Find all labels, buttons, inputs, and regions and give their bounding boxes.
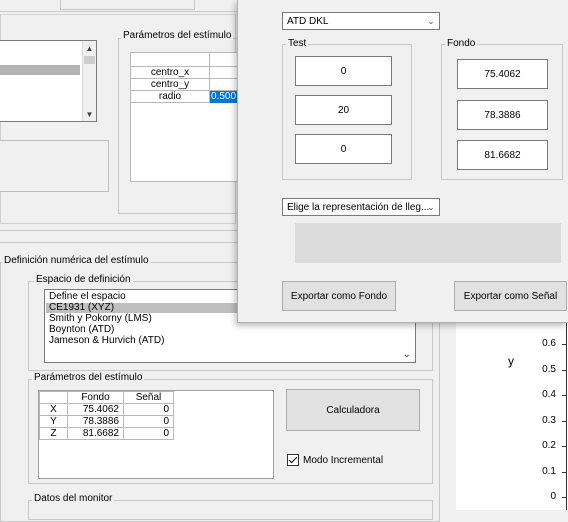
scroll-thumb[interactable] — [84, 56, 95, 64]
chevron-down-icon[interactable]: ⌄ — [425, 13, 437, 29]
top-params-header — [131, 53, 241, 67]
space-option-2[interactable]: Smith y Pokorny (LMS) — [49, 314, 152, 324]
y-tick-label: 0.6 — [542, 338, 556, 349]
params-title: Parámetros del estímulo — [32, 372, 145, 383]
y-tick-mark — [562, 420, 566, 422]
y-tick-mark — [562, 395, 566, 396]
y-tick-label: 0.3 — [542, 414, 556, 426]
top-params-title: Parámetros del estímulo — [121, 30, 234, 41]
checkmark-icon — [288, 454, 298, 464]
cell-senal[interactable]: 0 — [123, 415, 174, 428]
values-table: Fondo Señal X 75.4062 0 Y 78.3886 0 Z 81… — [38, 390, 274, 479]
test-value-2[interactable]: 20 — [295, 95, 392, 125]
y-tick-mark — [562, 446, 566, 447]
cell-senal[interactable]: 0 — [123, 427, 174, 440]
plot-y-axis — [566, 300, 567, 510]
checkbox-icon[interactable] — [287, 454, 299, 466]
listbox-scrollbar[interactable]: ▲ ▼ — [82, 41, 96, 121]
space-select-value: ATD DKL — [287, 15, 329, 27]
space-option-0[interactable]: Define el espacio — [49, 292, 126, 302]
cell-fondo[interactable]: 75.4062 — [67, 403, 124, 416]
cell-fondo[interactable]: 78.3886 — [67, 415, 124, 428]
space-option-1[interactable]: CE1931 (XYZ) — [49, 303, 114, 313]
fondo-title: Fondo — [445, 38, 478, 49]
empty-subpanel — [0, 140, 109, 192]
color-preview-swatch — [295, 223, 561, 263]
listbox-selected-row[interactable] — [0, 65, 80, 75]
param-name: centro_y — [150, 79, 190, 90]
incremental-mode-checkbox[interactable]: Modo Incremental — [287, 454, 383, 466]
color-popup-window: ATD DKL ⌄ Test 0 20 0 Fondo 75.4062 78.3… — [237, 0, 568, 323]
y-tick-label: 0.4 — [542, 389, 556, 400]
y-tick-mark — [562, 344, 566, 345]
param-row-0: centro_x — [131, 67, 241, 79]
top-params-table: centro_x centro_y radio 0.500 — [130, 52, 241, 182]
plot-y-label: y — [508, 354, 514, 368]
chevron-down-icon[interactable]: ⌄ — [403, 349, 411, 360]
space-title: Espacio de definición — [34, 274, 133, 285]
chevron-down-icon[interactable]: ⌄ — [425, 199, 437, 215]
representation-select-value: Elige la representación de lleg... — [287, 201, 430, 213]
test-value-3[interactable]: 0 — [295, 134, 392, 164]
param-row-1: centro_y — [131, 79, 241, 91]
space-select[interactable]: ATD DKL ⌄ — [282, 12, 440, 30]
cell-senal[interactable]: 0 — [123, 403, 174, 416]
y-tick-mark — [562, 471, 566, 473]
export-fondo-button[interactable]: Exportar como Fondo — [282, 281, 396, 311]
row-label: Y — [39, 415, 68, 428]
scroll-up-icon[interactable]: ▲ — [83, 41, 96, 55]
export-senal-button[interactable]: Exportar como Señal — [454, 281, 567, 311]
top-toolbar-button[interactable] — [60, 0, 195, 10]
param-name: centro_x — [150, 67, 190, 78]
incremental-mode-label: Modo Incremental — [303, 454, 384, 466]
test-title: Test — [286, 38, 309, 49]
calculator-button[interactable]: Calculadora — [286, 389, 420, 431]
y-tick-mark — [562, 497, 566, 498]
table-row: Y 78.3886 0 — [39, 415, 174, 428]
table-row: Z 81.6682 0 — [39, 427, 174, 440]
values-table-header: Fondo Señal — [39, 391, 174, 404]
scroll-down-icon[interactable]: ▼ — [83, 107, 96, 121]
header-blank — [39, 391, 68, 404]
header-fondo: Fondo — [67, 391, 124, 404]
monitor-title: Datos del monitor — [32, 493, 115, 504]
plot-panel — [456, 300, 568, 510]
stimulus-listbox[interactable]: ▲ ▼ — [0, 40, 97, 122]
section-divider-2 — [0, 242, 240, 243]
fondo-value-3[interactable]: 81.6682 — [457, 140, 548, 170]
space-option-4[interactable]: Jameson & Hurvich (ATD) — [49, 336, 164, 346]
numeric-definition-title: Definición numérica del estímulo — [2, 255, 151, 266]
param-name: radio — [158, 91, 182, 102]
fondo-value-1[interactable]: 75.4062 — [457, 59, 548, 89]
representation-select[interactable]: Elige la representación de lleg... ⌄ — [282, 198, 440, 216]
section-divider — [0, 230, 240, 231]
y-tick-label: 0.2 — [542, 440, 556, 451]
param-row-2: radio 0.500 — [131, 91, 241, 103]
row-label: Z — [39, 427, 68, 440]
table-row: X 75.4062 0 — [39, 403, 174, 416]
y-tick-label: 0 — [550, 491, 556, 502]
fondo-value-2[interactable]: 78.3886 — [457, 100, 548, 130]
y-tick-label: 0.1 — [542, 465, 556, 477]
y-tick-label: 0.5 — [542, 363, 556, 375]
y-tick-mark — [562, 369, 566, 371]
top-params-col-divider — [209, 53, 210, 103]
header-senal: Señal — [123, 391, 174, 404]
cell-fondo[interactable]: 81.6682 — [67, 427, 124, 440]
space-option-3[interactable]: Boynton (ATD) — [49, 325, 114, 335]
test-value-1[interactable]: 0 — [295, 56, 392, 86]
row-label: X — [39, 403, 68, 416]
